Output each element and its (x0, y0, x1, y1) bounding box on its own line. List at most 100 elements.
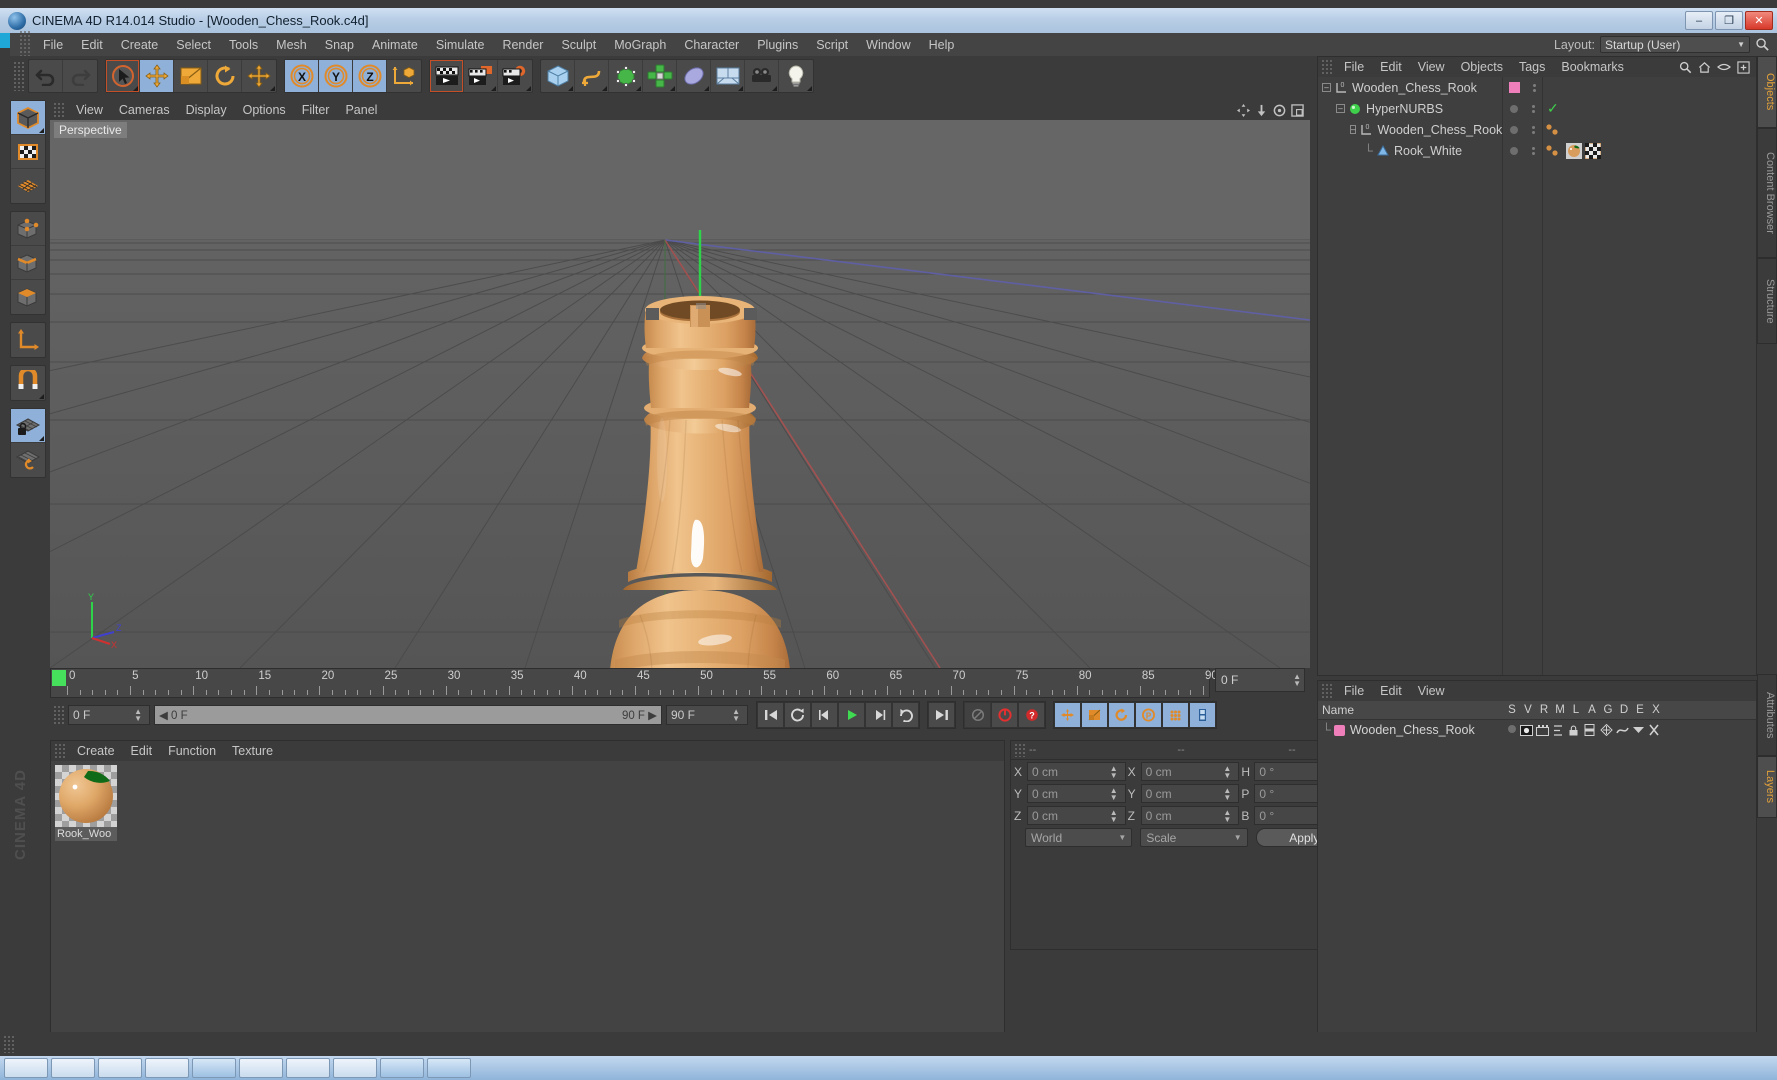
magnet-tool-icon[interactable] (11, 366, 45, 400)
side-tab-content-browser[interactable]: Content Browser (1757, 128, 1777, 258)
layer-visible-toggle[interactable] (1520, 724, 1536, 736)
layer-header-s[interactable]: S (1504, 704, 1520, 716)
object-enable-dot[interactable] (1510, 104, 1518, 113)
search-icon[interactable] (1679, 61, 1692, 74)
viewport-menu-panel[interactable]: Panel (337, 102, 385, 118)
material-item[interactable]: Rook_Woo (55, 765, 117, 841)
array-modeling-icon[interactable] (643, 60, 677, 92)
timeline-end-field[interactable]: 90 F ▲ ▼ (666, 705, 748, 725)
render-region-icon[interactable] (464, 60, 498, 92)
taskbar-item[interactable] (427, 1058, 471, 1078)
coord-size-field-y[interactable]: 0 cm ▲ ▼ (1140, 784, 1240, 803)
timeline-start-field[interactable]: 0 F ▲ ▼ (68, 705, 150, 725)
menu-file[interactable]: File (34, 36, 72, 54)
key-position-icon[interactable] (1054, 702, 1081, 728)
viewport-menu-options[interactable]: Options (235, 102, 294, 118)
material-manager-grip[interactable] (54, 743, 66, 759)
maximize-button[interactable]: ❐ (1715, 11, 1743, 30)
step-back-icon[interactable] (811, 702, 838, 728)
goto-end-icon[interactable] (928, 702, 955, 728)
layer-manager-toggle[interactable] (1552, 724, 1568, 736)
autokey-icon[interactable] (964, 702, 991, 728)
lock-x-icon[interactable]: X (285, 60, 319, 92)
lock-y-icon[interactable]: Y (319, 60, 353, 92)
layer-menu-file[interactable]: File (1336, 683, 1372, 699)
menu-mograph[interactable]: MoGraph (605, 36, 675, 54)
taskbar-item[interactable] (145, 1058, 189, 1078)
workplane-align-icon[interactable] (11, 443, 45, 477)
layer-header-x[interactable]: X (1648, 704, 1664, 716)
om-menu-edit[interactable]: Edit (1372, 59, 1410, 75)
viewport-menu-view[interactable]: View (68, 102, 111, 118)
side-tab-structure[interactable]: Structure (1757, 258, 1777, 344)
play-icon[interactable] (838, 702, 865, 728)
layer-animation-toggle[interactable] (1584, 724, 1600, 736)
light-icon[interactable] (779, 60, 813, 92)
render-view-icon[interactable] (430, 60, 464, 92)
visibility-dots-icon[interactable] (1532, 104, 1535, 113)
timeline-range-bar[interactable]: ◀ 0 F 90 F ▶ (154, 705, 662, 725)
axis-modify-icon[interactable] (11, 323, 45, 357)
menu-edit[interactable]: Edit (72, 36, 112, 54)
menu-window[interactable]: Window (857, 36, 919, 54)
expander-icon[interactable]: – (1336, 104, 1345, 113)
taskbar-item[interactable] (51, 1058, 95, 1078)
layer-row[interactable]: └ Wooden_Chess_Rook (1318, 720, 1756, 740)
live-selection-icon[interactable] (106, 60, 140, 92)
timeline-grip[interactable] (53, 705, 65, 725)
eye-icon[interactable] (1717, 62, 1731, 72)
menu-simulate[interactable]: Simulate (427, 36, 494, 54)
material-manager-body[interactable]: Rook_Woo (51, 761, 1004, 1049)
dolly-view-icon[interactable] (1255, 104, 1268, 117)
object-row-rook-white[interactable]: └ Rook_White (1318, 140, 1502, 161)
layer-header-a[interactable]: A (1584, 704, 1600, 716)
current-frame-field[interactable]: 0 F ▲ ▼ (1215, 668, 1305, 692)
side-tab-layers[interactable]: Layers (1757, 756, 1777, 818)
layer-color-swatch[interactable] (1333, 724, 1345, 736)
coordinate-system-dropdown[interactable]: World ▼ (1025, 828, 1133, 847)
key-parameter-icon[interactable]: P (1135, 702, 1162, 728)
coord-size-field-z[interactable]: 0 cm ▲ ▼ (1140, 806, 1240, 825)
layer-xref-toggle[interactable] (1648, 724, 1664, 736)
layer-render-toggle[interactable] (1536, 724, 1552, 736)
object-enable-dot[interactable] (1510, 125, 1518, 134)
object-row-wooden-chess-rook-root[interactable]: – 0 Wooden_Chess_Rook (1318, 77, 1502, 98)
coord-pos-field-y[interactable]: 0 cm ▲ ▼ (1027, 784, 1126, 803)
render-settings-icon[interactable] (498, 60, 532, 92)
menu-character[interactable]: Character (675, 36, 748, 54)
taskbar-start-button[interactable] (4, 1058, 48, 1078)
layer-generator-toggle[interactable] (1600, 724, 1616, 736)
uvw-tag-icon[interactable] (1585, 142, 1601, 159)
object-tags-column[interactable]: ✓ (1543, 77, 1756, 675)
expander-icon[interactable]: – (1322, 83, 1331, 92)
search-icon[interactable] (1755, 37, 1771, 53)
loop-icon[interactable] (892, 702, 919, 728)
object-dots-row-3[interactable] (1503, 119, 1542, 140)
object-manager-grip[interactable] (1321, 59, 1333, 75)
material-menu-create[interactable]: Create (69, 743, 123, 759)
taskbar-item[interactable] (380, 1058, 424, 1078)
visibility-dots-icon[interactable] (1532, 83, 1536, 92)
camera-icon[interactable] (745, 60, 779, 92)
deformer-icon[interactable] (677, 60, 711, 92)
menu-plugins[interactable]: Plugins (748, 36, 807, 54)
material-menu-function[interactable]: Function (160, 743, 224, 759)
goto-start-icon[interactable] (757, 702, 784, 728)
coord-pos-field-x[interactable]: 0 cm ▲ ▼ (1027, 762, 1126, 781)
material-menu-edit[interactable]: Edit (123, 743, 161, 759)
viewport-grip[interactable] (53, 102, 65, 118)
coordinate-mode-dropdown[interactable]: Scale ▼ (1140, 828, 1248, 847)
layer-lock-toggle[interactable] (1568, 725, 1584, 736)
toolbar-grip[interactable] (13, 61, 25, 91)
menu-animate[interactable]: Animate (363, 36, 427, 54)
check-icon[interactable]: ✓ (1547, 100, 1559, 117)
points-mode-icon[interactable] (11, 169, 45, 203)
object-dots-row-4[interactable] (1503, 140, 1542, 161)
coord-pos-field-z[interactable]: 0 cm ▲ ▼ (1027, 806, 1126, 825)
layer-manager-body[interactable]: Name S V R M L A G D E X └ Wooden_Chess_… (1318, 701, 1756, 1049)
play-backward-loop-icon[interactable] (784, 702, 811, 728)
scale-tool-icon[interactable] (174, 60, 208, 92)
layer-header-g[interactable]: G (1600, 704, 1616, 716)
range-left-handle[interactable]: ◀ 0 F (159, 708, 188, 722)
object-tree[interactable]: – 0 Wooden_Chess_Rook – HyperNURBS – 0 W… (1318, 77, 1503, 675)
